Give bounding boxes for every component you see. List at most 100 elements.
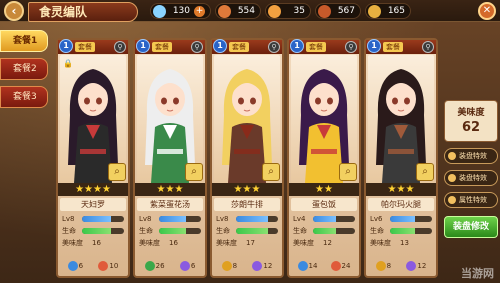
hp-bar	[236, 228, 278, 234]
attribute-icon	[98, 261, 109, 271]
card-list: 1 套餐 ⚲ 🔒 ⌕ ★★★★ 天妇罗 Lv8 生命 美味度 16 6 10 1…	[56, 38, 438, 278]
level-label: Lv4	[293, 215, 306, 223]
hp-bar	[159, 228, 201, 234]
taste-value: 13	[400, 239, 409, 247]
zoom-icon[interactable]: ⌕	[108, 163, 126, 181]
zoom-icon[interactable]: ⌕	[185, 163, 203, 181]
hp-row: 生命	[60, 226, 126, 236]
resource-bar: 130 +554 35 567 165	[150, 3, 411, 19]
hp-label: 生命	[62, 227, 76, 235]
star-rating: ★★★	[135, 183, 205, 196]
resource-food: 554	[215, 3, 261, 19]
taste-label: 美味度	[293, 239, 314, 247]
character-card[interactable]: 1 套餐 ⚲ ⌕ ★★★ 紫菜蛋花汤 Lv8 生命 美味度 16 26 6	[133, 38, 207, 278]
zoom-icon[interactable]: ⌕	[262, 163, 280, 181]
hp-row: 生命	[137, 226, 203, 236]
total-taste-label: 美味度	[457, 108, 485, 118]
chicken-icon	[268, 4, 281, 18]
zoom-icon[interactable]: ⌕	[416, 163, 434, 181]
attribute-item: 10	[98, 261, 118, 271]
tab-set-2[interactable]: 套餐2	[0, 58, 48, 80]
exp-bar	[313, 216, 355, 222]
zoom-icon[interactable]: ⌕	[339, 163, 357, 181]
resource-value: 554	[237, 6, 255, 16]
attribute-icons: 8 12	[368, 257, 434, 275]
attribute-effect-button[interactable]: 属性特效	[444, 192, 498, 208]
hp-label: 生命	[370, 227, 384, 235]
attribute-icon	[144, 261, 155, 271]
taste-row: 美味度 13	[368, 238, 434, 248]
level-label: Lv8	[139, 215, 152, 223]
add-icon[interactable]: +	[194, 5, 205, 17]
attribute-value: 6	[190, 262, 196, 270]
utensil-icon: ⚲	[345, 41, 357, 53]
utensil-icon: ⚲	[114, 41, 126, 53]
character-card[interactable]: 1 套餐 ⚲ ⌕ ★★ 蛋包饭 Lv4 生命 美味度 12 14 24	[287, 38, 361, 278]
resource-value: 35	[293, 6, 305, 16]
hp-row: 生命	[291, 226, 357, 236]
page-title: 食灵编队	[28, 2, 138, 22]
plating-effect-button-2[interactable]: 装盘特效	[444, 170, 498, 186]
diamond-icon	[153, 4, 166, 18]
total-taste-box: 美味度 62	[444, 100, 498, 142]
taste-row: 美味度 16	[60, 238, 126, 248]
attribute-item: 8	[375, 261, 392, 271]
attribute-item: 8	[221, 261, 238, 271]
tab-set-1[interactable]: 套餐1	[0, 30, 48, 52]
plating-effect-button-1[interactable]: 装盘特效	[444, 148, 498, 164]
slot-number: 1	[136, 39, 150, 53]
hp-row: 生命	[368, 226, 434, 236]
hp-bar-fill	[159, 228, 187, 234]
hp-label: 生命	[139, 227, 153, 235]
character-card[interactable]: 1 套餐 ⚲ 🔒 ⌕ ★★★★ 天妇罗 Lv8 生命 美味度 16 6 10	[56, 38, 130, 278]
hp-row: 生命	[214, 226, 280, 236]
back-arrow-icon[interactable]: ‹	[4, 1, 24, 21]
character-card[interactable]: 1 套餐 ⚲ ⌕ ★★★ 帕尔玛火腿 Lv6 生命 美味度 13 8 12	[364, 38, 438, 278]
level-label: Lv8	[62, 215, 75, 223]
attribute-value: 14	[308, 262, 318, 270]
exp-bar	[236, 216, 278, 222]
hp-bar-fill	[313, 228, 337, 234]
level-row: Lv8	[214, 214, 280, 224]
character-card[interactable]: 1 套餐 ⚲ ⌕ ★★★ 莎朗牛排 Lv8 生命 美味度 17 8 12	[210, 38, 284, 278]
set-tag: 套餐	[229, 42, 249, 52]
set-tag: 套餐	[152, 42, 172, 52]
attribute-value: 8	[232, 262, 238, 270]
hp-bar	[390, 228, 432, 234]
attribute-icons: 8 12	[214, 257, 280, 275]
taste-value: 16	[169, 239, 178, 247]
attribute-icon	[252, 261, 263, 271]
attribute-icon	[406, 261, 417, 271]
level-row: Lv8	[60, 214, 126, 224]
attribute-icons: 6 10	[60, 257, 126, 275]
level-row: Lv6	[368, 214, 434, 224]
close-icon[interactable]: ✕	[478, 2, 496, 20]
character-name: 莎朗牛排	[214, 198, 280, 211]
character-name: 紫菜蛋花汤	[137, 198, 203, 211]
attribute-value: 8	[386, 262, 392, 270]
resource-value: 567	[337, 6, 355, 16]
drumstick-icon	[318, 4, 331, 18]
exp-bar-fill	[236, 216, 268, 222]
tab-set-3[interactable]: 套餐3	[0, 86, 48, 108]
plating-modify-button[interactable]: 装盘修改	[444, 216, 498, 238]
taste-value: 17	[246, 239, 255, 247]
utensil-icon: ⚲	[422, 41, 434, 53]
attribute-item: 6	[67, 261, 84, 271]
attribute-value: 6	[78, 262, 84, 270]
set-tag: 套餐	[383, 42, 403, 52]
level-label: Lv8	[216, 215, 229, 223]
exp-bar-fill	[82, 216, 112, 222]
set-tag: 套餐	[306, 42, 326, 52]
attribute-icon	[179, 261, 190, 271]
total-taste-value: 62	[461, 120, 481, 135]
attribute-item: 24	[330, 261, 350, 271]
taste-label: 美味度	[62, 239, 83, 247]
resource-chicken: 35	[265, 3, 311, 19]
star-rating: ★★	[289, 183, 359, 196]
resource-value: 130	[172, 6, 190, 16]
food-icon	[218, 4, 231, 18]
hp-label: 生命	[216, 227, 230, 235]
level-label: Lv6	[370, 215, 383, 223]
resource-value: 165	[387, 6, 405, 16]
